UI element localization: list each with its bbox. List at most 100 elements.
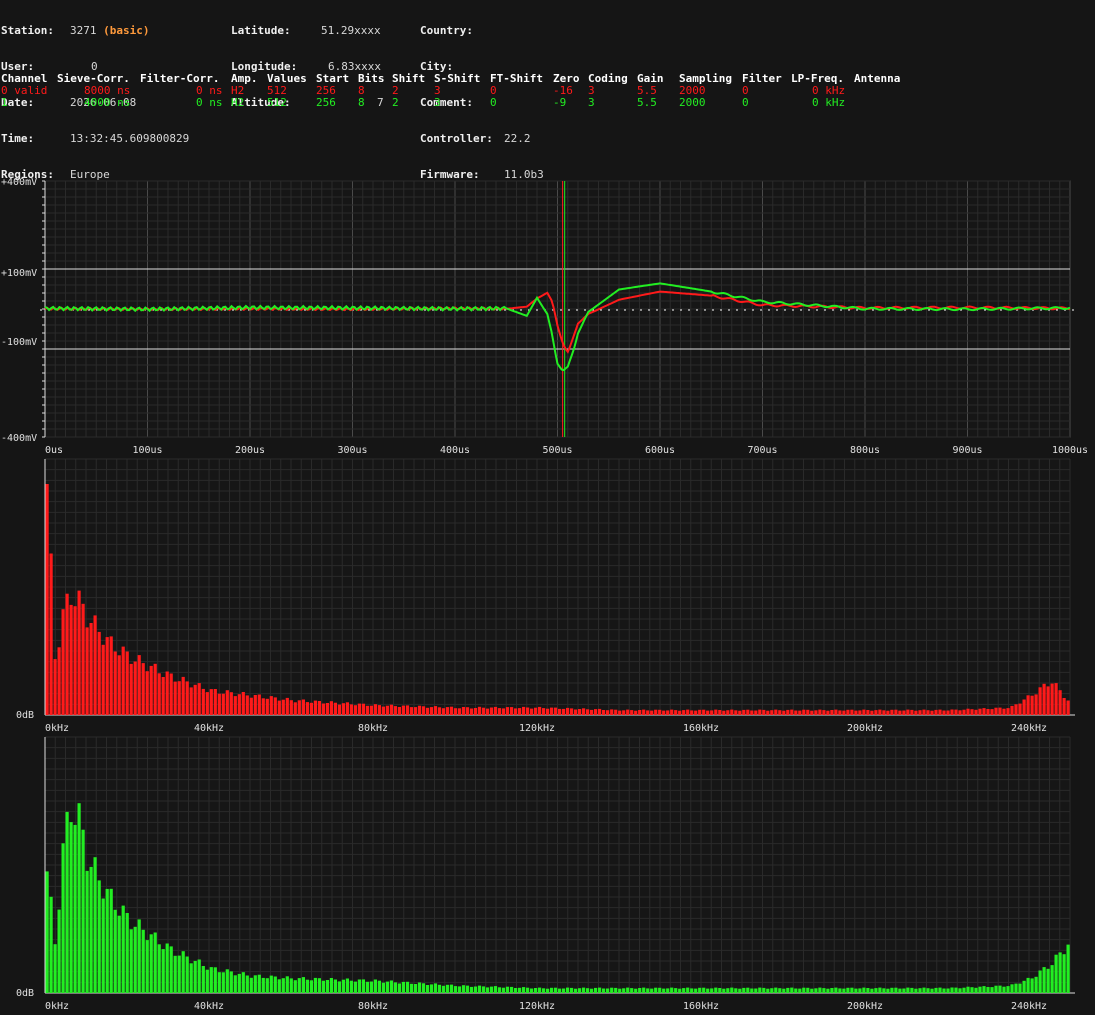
spectrum-red-bar (762, 709, 766, 715)
spectrum-red-bar (173, 681, 177, 715)
spectrum-red-bar (658, 709, 662, 715)
spectrum-green-bar (73, 824, 77, 993)
spectrum-green-bar (233, 975, 237, 993)
spectrum-red-bar (401, 705, 405, 715)
spectrum-green-bar (185, 956, 189, 993)
spectrum-red-bar (746, 709, 750, 715)
spectrum-red-bar (325, 703, 329, 715)
spectrum-red-bar (453, 708, 458, 715)
spectrum-red-bar (818, 709, 822, 715)
spectrum-red-bar (566, 707, 570, 715)
spectrum-red-bar (1002, 708, 1006, 715)
spectrum-red-bar (61, 609, 65, 715)
spectrum-red-bar (441, 708, 446, 715)
spectrum-red-bar (698, 709, 702, 715)
spectrum-red-bar (662, 710, 666, 715)
spectrum-green-bar (582, 987, 586, 993)
spectrum-green-x-label-0kHz: 0kHz (45, 1001, 69, 1012)
spectrum-red-bar (686, 709, 690, 715)
spectrum-red-bar (694, 710, 698, 715)
spectrum-green-bar (942, 988, 946, 993)
spectrum-green-bar (77, 803, 81, 993)
spectrum-red-bar (938, 709, 942, 715)
spectrum-green-bar (317, 978, 321, 993)
spectrum-red-bar (582, 708, 586, 715)
spectrum-red-bar (409, 707, 414, 715)
spectrum-green-bar (261, 977, 265, 993)
spectrum-red-bar (417, 705, 422, 715)
spectrum-green-bar (786, 987, 790, 993)
spectrum-green-bar (730, 987, 734, 993)
spectrum-red-bar (329, 701, 333, 715)
spectrum-red-bar (754, 710, 758, 715)
spectrum-red-bar (109, 636, 113, 715)
spectrum-green-bar (505, 986, 510, 993)
spectrum-green-bar (133, 926, 137, 993)
spectrum-green-bar (309, 980, 313, 993)
spectrum-red-bar (493, 706, 498, 715)
spectrum-red-bar (834, 709, 838, 715)
spectrum-red-bar (1066, 700, 1070, 715)
spectrum-green-bar (1002, 986, 1006, 993)
spectrum-green-bar (409, 983, 414, 993)
spectrum-red-bar (618, 710, 622, 715)
spectrum-green-bar (642, 987, 646, 993)
spectrum-green-bar (1022, 980, 1026, 993)
spectrum-red-x-label-40kHz: 40kHz (194, 723, 224, 734)
spectrum-green-x-label-120kHz: 120kHz (519, 1001, 555, 1012)
spectrum-green-bar (437, 984, 442, 993)
spectrum-red-bar (133, 661, 137, 715)
spectrum-red-bar (510, 707, 514, 715)
spectrum-red-bar (1034, 694, 1038, 715)
spectrum-green-bar (389, 980, 393, 993)
spectrum-red-bar (57, 647, 61, 715)
spectrum-red-bar (85, 627, 89, 715)
spectrum-green-bar (518, 987, 522, 993)
spectrum-green-bar (289, 978, 293, 993)
spectrum-green-bar (1030, 978, 1034, 993)
x-label-1000us: 1000us (1052, 445, 1088, 456)
spectrum-green-y-label: 0dB (16, 988, 34, 999)
spectrum-red-bar (842, 710, 846, 715)
spectrum-red-bar (477, 706, 482, 715)
spectrum-red-bar (137, 655, 141, 715)
spectrum-green-bar (1014, 983, 1018, 993)
spectrum-red-bar (301, 699, 305, 715)
spectrum-green-bar (538, 987, 542, 993)
spectrum-red-bar (1062, 698, 1066, 715)
spectrum-red-bar (974, 709, 978, 715)
spectrum-red-bar (990, 709, 994, 715)
spectrum-red-bar (806, 709, 810, 715)
spectrum-green-bar (630, 988, 634, 993)
spectrum-green-bar (766, 988, 770, 993)
spectrum-green-bar (850, 987, 854, 993)
spectrum-green-bar (269, 975, 273, 993)
spectrum-green-bar (57, 909, 61, 993)
spectrum-green-bar (109, 888, 113, 993)
spectrum-green-bar (245, 975, 249, 993)
spectrum-green-bar (385, 981, 389, 993)
spectrum-red-bar (145, 671, 149, 715)
spectrum-red-bar (710, 710, 714, 715)
spectrum-green-bar (369, 981, 373, 993)
spectrum-green-bar (774, 987, 778, 993)
spectrum-red-bar (273, 697, 277, 715)
spectrum-red-bar (586, 709, 590, 715)
spectrum-green-bar (778, 988, 782, 993)
spectrum-red-bar (978, 708, 982, 715)
spectrum-green-bar (349, 980, 353, 993)
spectrum-green-bar (201, 966, 205, 993)
spectrum-red-bar (822, 710, 826, 715)
spectrum-red-bar (578, 709, 582, 715)
spectrum-red-bar (730, 709, 734, 715)
spectrum-green-bar (598, 987, 602, 993)
spectrum-green-bar (1058, 952, 1062, 993)
spectrum-green-bar (121, 905, 125, 993)
spectrum-red-bar (634, 710, 638, 715)
y-label-minus-400: -400mV (1, 433, 37, 444)
spectrum-green-bar (618, 988, 622, 993)
spectrum-green-bar (746, 987, 750, 993)
spectrum-red-bar (606, 710, 610, 715)
spectrum-green-bar (265, 978, 269, 993)
spectrum-green-bar (966, 986, 970, 993)
